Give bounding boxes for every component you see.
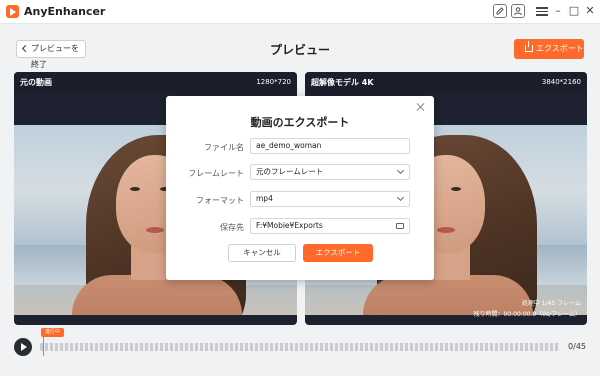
save-location-input[interactable]: F:¥Mobie¥Exports (250, 218, 410, 234)
menu-icon[interactable] (536, 5, 548, 17)
dialog-title: 動画のエクスポート (250, 116, 350, 129)
frame-counter: 0/45 (568, 342, 586, 351)
app-logo-icon (6, 5, 19, 18)
folder-icon[interactable] (396, 223, 404, 229)
save-location-value: F:¥Mobie¥Exports (256, 221, 323, 230)
export-button[interactable]: エクスポート (514, 39, 584, 59)
format-select[interactable]: mp4 (250, 191, 410, 207)
framerate-label: フレームレート (188, 169, 244, 178)
timeline-track[interactable] (40, 343, 560, 351)
title-bar: AnyEnhancer – □ ✕ (0, 0, 600, 24)
export-label: エクスポート (536, 44, 584, 53)
chevron-down-icon (396, 193, 405, 202)
filename-label: ファイル名 (204, 143, 244, 152)
page-title: プレビュー (269, 43, 330, 57)
format-value: mp4 (256, 194, 273, 203)
panel-title: 元の動画 (20, 78, 52, 87)
dialog-export-button[interactable]: エクスポート (303, 244, 373, 262)
maximize-button[interactable]: □ (568, 4, 580, 18)
close-button[interactable]: ✕ (584, 4, 596, 18)
panel-header: 元の動画 1280*720 (14, 72, 297, 92)
chevron-down-icon (396, 166, 405, 175)
panel-resolution: 3840*2160 (541, 78, 581, 86)
filename-input[interactable]: ae_demo_woman (250, 138, 410, 154)
format-label: フォーマット (196, 196, 244, 205)
panel-resolution: 1280*720 (256, 78, 291, 86)
export-icon (525, 41, 533, 52)
play-button[interactable] (14, 338, 32, 356)
export-dialog: 動画のエクスポート ファイル名 ae_demo_woman フレームレート 元の… (166, 96, 434, 280)
status-badge: 進行中 (41, 328, 65, 337)
panel-title: 超解像モデル 4K (311, 78, 374, 87)
panel-header: 超解像モデル 4K 3840*2160 (305, 72, 587, 92)
remaining-time: 残り時間：00:00:00.0（0s/フレーム） (473, 311, 581, 318)
app-title: AnyEnhancer (24, 5, 106, 18)
cancel-button[interactable]: キャンセル (228, 244, 296, 262)
framerate-select[interactable]: 元のフレームレート (250, 164, 410, 180)
save-location-label: 保存先 (220, 223, 244, 232)
processing-progress: 処理中 1/45 フレーム (521, 300, 581, 307)
edit-icon[interactable] (493, 4, 507, 18)
account-icon[interactable] (511, 4, 525, 18)
timeline-playhead[interactable] (43, 336, 44, 356)
framerate-value: 元のフレームレート (256, 167, 324, 176)
close-icon[interactable] (416, 102, 426, 112)
minimize-button[interactable]: – (552, 4, 564, 18)
